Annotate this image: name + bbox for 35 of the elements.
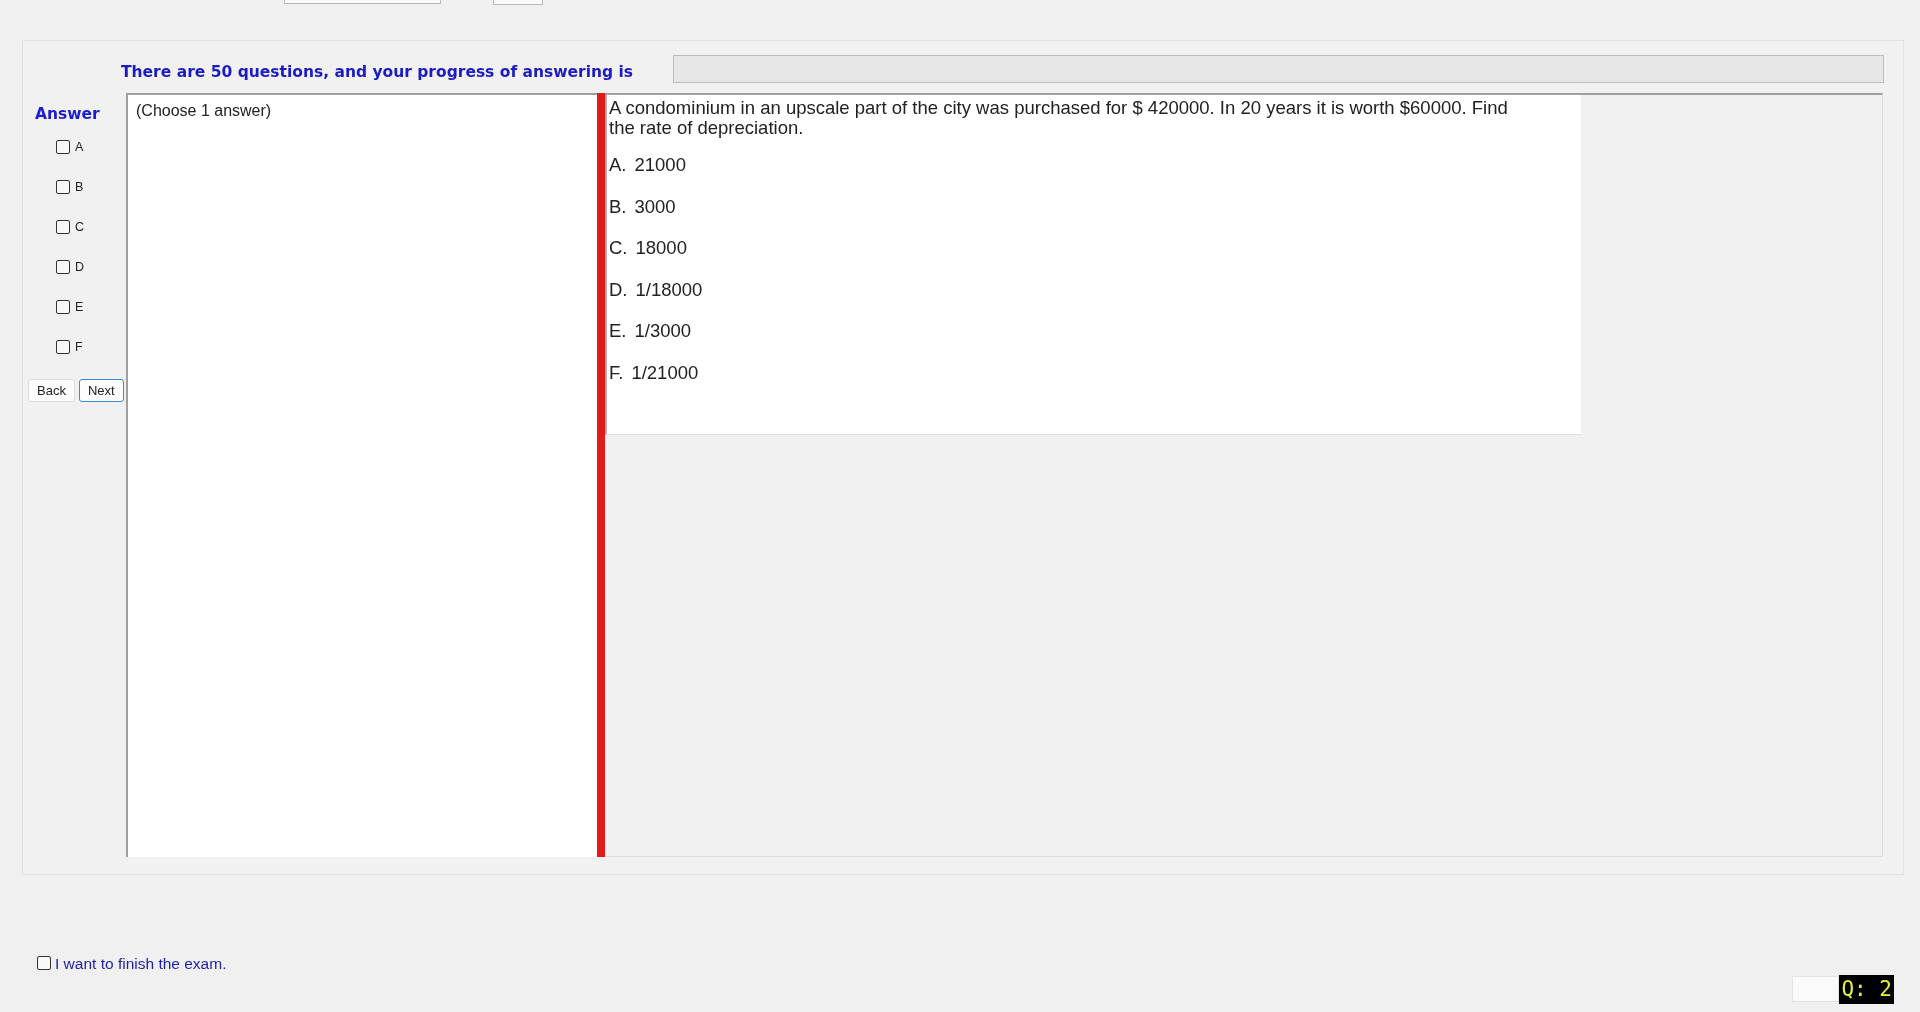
answer-checkbox[interactable] [56,140,70,154]
choice-label: D [75,260,85,274]
option-letter: C. [609,237,628,259]
dropdown-field[interactable] [284,0,441,4]
option-letter: D. [609,278,628,301]
option-text: 21000 [634,154,686,176]
answer-title: Answer [35,105,101,123]
choice-label: C [75,220,85,234]
option-letter: E. [609,320,627,342]
instruction-text: (Choose 1 answer) [136,102,272,119]
nav-button[interactable]: Back [28,379,75,402]
answer-checkbox[interactable] [56,300,70,314]
answer-checkbox[interactable] [56,180,70,194]
option-letter: B. [609,195,627,218]
nav-button[interactable]: Next [78,379,124,402]
choice-label: A [75,140,84,154]
option-text: 1/21000 [631,361,699,384]
finish-label: I want to finish the exam. [55,953,227,974]
option-letter: F. [609,361,624,384]
choice-label: E [75,300,84,314]
question-number-badge: Q: 2 [1839,975,1894,1004]
progress-label: There are 50 questions, and your progress of answering is [121,62,634,84]
option-text: 18000 [635,237,687,259]
choice-label: B [75,180,84,194]
answer-checkbox[interactable] [56,340,70,354]
choice-label: F [75,340,83,354]
option-text: 1/3000 [634,320,692,342]
finish-checkbox[interactable] [37,956,51,971]
input-field[interactable] [493,0,543,5]
option-letter: A. [609,154,627,176]
answer-checkbox[interactable] [56,260,70,274]
answer-checkbox[interactable] [56,220,70,234]
question-text: A condominium in an upscale part of the city was purchased for $ 420000. In 20 years it is worth $60000. Find the rate of depreciation. [609,98,1509,137]
option-text: 1/18000 [635,278,703,301]
option-text: 3000 [634,195,676,218]
